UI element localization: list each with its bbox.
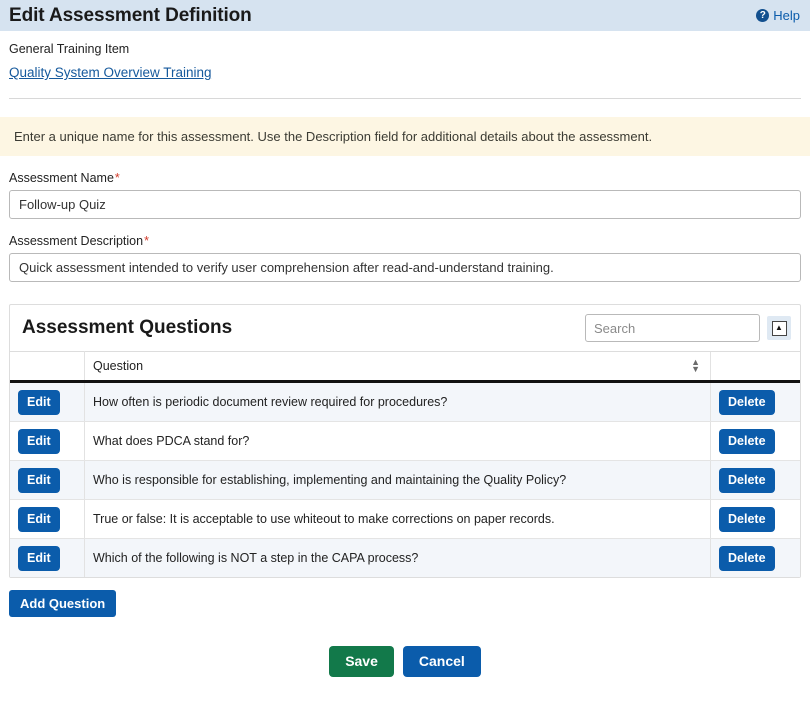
delete-question-button[interactable]: Delete <box>719 545 775 571</box>
help-link[interactable]: ? Help <box>756 8 800 23</box>
table-cell-delete: Delete <box>710 381 800 422</box>
assessment-name-label: Assessment Name* <box>9 171 801 185</box>
table-cell-delete: Delete <box>710 460 800 500</box>
table-cell-edit: Edit <box>10 460 85 500</box>
table-cell-delete: Delete <box>710 421 800 461</box>
sort-chevron-icon: ▲ ▼ <box>691 357 700 374</box>
table-cell-question: What does PDCA stand for? <box>84 421 711 461</box>
table-row: Edit Who is responsible for establishing,… <box>10 460 800 500</box>
table-cell-question: True or false: It is acceptable to use w… <box>84 499 711 539</box>
questions-panel-title: Assessment Questions <box>22 317 233 338</box>
table-cell-delete: Delete <box>710 499 800 539</box>
table-cell-question: Who is responsible for establishing, imp… <box>84 460 711 500</box>
add-question-button[interactable]: Add Question <box>9 590 117 617</box>
delete-question-button[interactable]: Delete <box>719 428 775 454</box>
table-cell-edit: Edit <box>10 421 85 461</box>
assessment-description-field-group: Assessment Description* <box>9 234 801 282</box>
questions-table-head: Question ▲ ▼ <box>10 351 800 383</box>
form-footer-actions: Save Cancel <box>0 646 810 677</box>
table-header-row: Question ▲ ▼ <box>10 351 800 383</box>
questions-panel-tools: ▲ <box>585 314 791 342</box>
edit-question-button[interactable]: Edit <box>18 467 60 493</box>
training-item-link[interactable]: Quality System Overview Training <box>9 65 212 80</box>
table-row: Edit What does PDCA stand for? Delete <box>10 421 800 461</box>
questions-panel-header: Assessment Questions ▲ <box>10 305 800 351</box>
assessment-description-label: Assessment Description* <box>9 234 801 248</box>
table-row: Edit How often is periodic document revie… <box>10 381 800 422</box>
assessment-description-input[interactable] <box>9 253 801 282</box>
table-cell-question: Which of the following is NOT a step in … <box>84 538 711 577</box>
question-circle-icon: ? <box>756 9 770 22</box>
assessment-description-label-text: Assessment Description <box>9 234 144 248</box>
questions-table-body: Edit How often is periodic document revie… <box>10 381 800 577</box>
info-banner: Enter a unique name for this assessment.… <box>0 117 810 156</box>
window-titlebar: Edit Assessment Definition ? Help <box>0 0 810 31</box>
column-header-delete <box>710 351 800 383</box>
edit-question-button[interactable]: Edit <box>18 506 60 532</box>
assessment-name-field-group: Assessment Name* <box>9 171 801 219</box>
help-label: Help <box>773 8 800 23</box>
table-cell-question: How often is periodic document review re… <box>84 381 711 422</box>
delete-question-button[interactable]: Delete <box>719 506 775 532</box>
table-cell-edit: Edit <box>10 499 85 539</box>
context-section: General Training Item Quality System Ove… <box>0 31 810 80</box>
column-header-question-label: Question <box>93 359 144 373</box>
context-type-label: General Training Item <box>9 42 130 56</box>
edit-question-button[interactable]: Edit <box>18 545 60 571</box>
table-cell-edit: Edit <box>10 538 85 577</box>
edit-question-button[interactable]: Edit <box>18 428 60 454</box>
search-input[interactable] <box>585 314 760 342</box>
column-header-question[interactable]: Question ▲ ▼ <box>84 351 711 383</box>
table-cell-delete: Delete <box>710 538 800 577</box>
column-header-edit <box>10 351 85 383</box>
cancel-button[interactable]: Cancel <box>402 646 481 677</box>
edit-question-button[interactable]: Edit <box>18 389 60 415</box>
assessment-questions-panel: Assessment Questions ▲ Question ▲▼ Edit H… <box>9 304 801 578</box>
collapse-panel-button[interactable]: ▲ <box>767 316 791 340</box>
required-marker: * <box>114 171 120 185</box>
table-row: Edit Which of the following is NOT a step… <box>10 538 800 577</box>
add-question-row: Add Question <box>9 590 801 617</box>
section-divider <box>9 98 801 99</box>
table-row: Edit True or false: It is acceptable to u… <box>10 499 800 539</box>
table-cell-edit: Edit <box>10 381 85 422</box>
assessment-name-label-text: Assessment Name <box>9 171 114 185</box>
page-title: Edit Assessment Definition <box>9 4 252 26</box>
assessment-name-input[interactable] <box>9 190 801 219</box>
questions-table: Question ▲ ▼ Edit How often is periodic do… <box>10 351 800 577</box>
delete-question-button[interactable]: Delete <box>719 389 775 415</box>
delete-question-button[interactable]: Delete <box>719 467 775 493</box>
triangle-up-icon: ▲ <box>771 320 787 336</box>
required-marker: * <box>144 234 149 248</box>
save-button[interactable]: Save <box>329 646 394 677</box>
